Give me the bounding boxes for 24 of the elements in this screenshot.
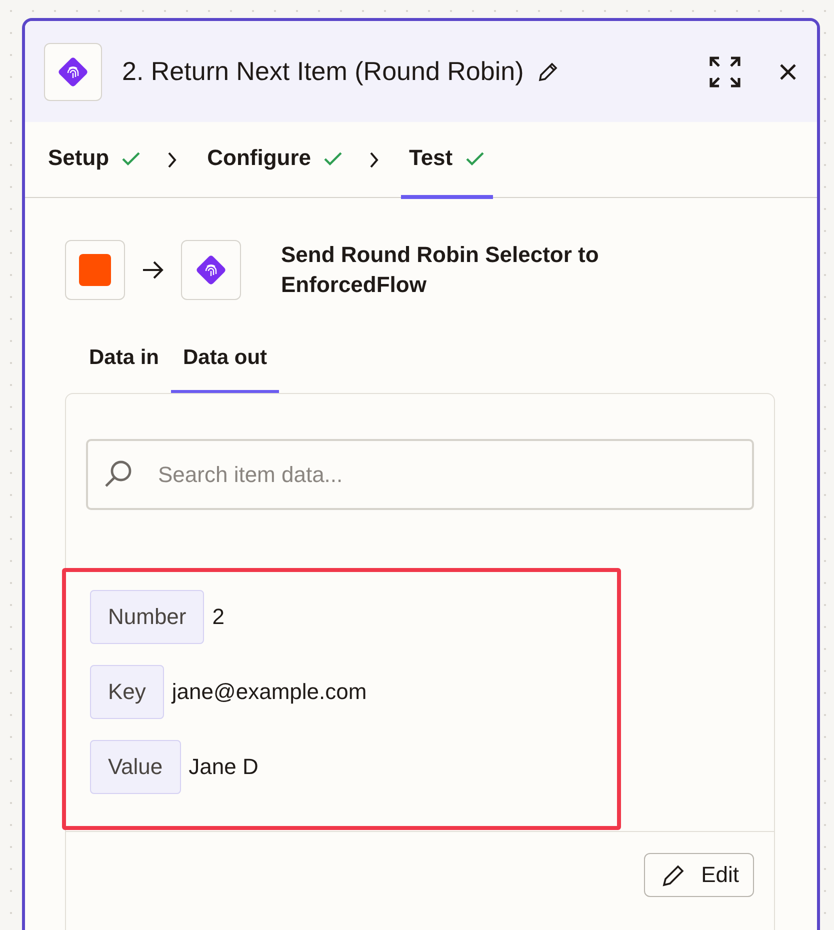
field-value: Jane D bbox=[188, 754, 258, 780]
data-tab[interactable]: Data out bbox=[171, 340, 280, 393]
field-value: jane@example.com bbox=[172, 679, 367, 705]
field-value: 2 bbox=[212, 604, 224, 630]
step-tab[interactable]: Setup bbox=[48, 122, 150, 198]
search-field[interactable]: Search item data... bbox=[86, 439, 754, 510]
action-title: Send Round Robin Selector to EnforcedFlow bbox=[281, 241, 600, 299]
chevron-right-icon bbox=[167, 150, 178, 168]
check-icon bbox=[121, 150, 142, 166]
field-key: Key bbox=[90, 665, 164, 719]
square-icon bbox=[79, 254, 111, 286]
step-tab[interactable]: Configure bbox=[199, 122, 352, 198]
panel-title: 2. Return Next Item (Round Robin) bbox=[122, 56, 524, 87]
edit-button[interactable]: Edit bbox=[644, 853, 754, 897]
close-icon[interactable] bbox=[778, 62, 798, 82]
data-tab[interactable]: Data in bbox=[77, 340, 172, 393]
step-tab[interactable]: Test bbox=[401, 122, 493, 198]
arrow-right-icon bbox=[141, 260, 165, 280]
check-icon bbox=[323, 150, 344, 166]
chevron-right-icon bbox=[369, 150, 380, 168]
field-key: Value bbox=[90, 740, 181, 794]
expand-icon[interactable] bbox=[708, 54, 742, 88]
field-key: Number bbox=[90, 590, 204, 644]
check-icon bbox=[464, 150, 485, 166]
